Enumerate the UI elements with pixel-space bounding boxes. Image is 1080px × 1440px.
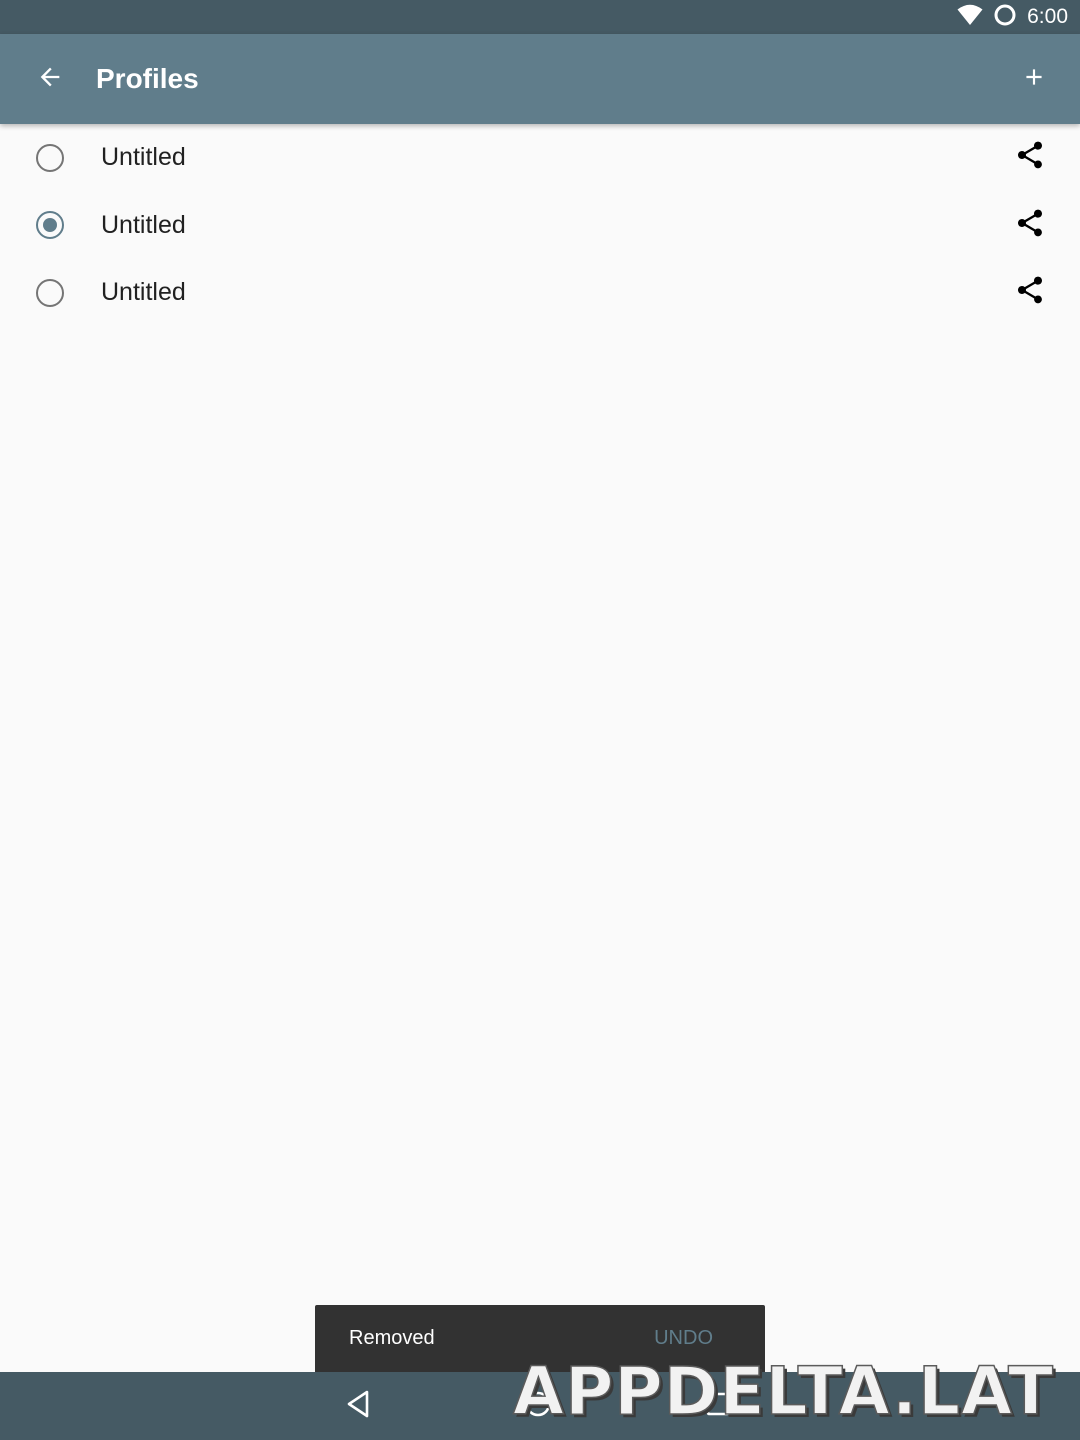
- profile-row[interactable]: Untitled: [0, 259, 1080, 327]
- status-time: 6:00: [1027, 5, 1068, 28]
- screen: 6:00 Profiles Untitled Untitled Untitled…: [0, 0, 1080, 1440]
- profile-name: Untitled: [101, 143, 186, 171]
- profile-radio[interactable]: [36, 278, 64, 307]
- share-button[interactable]: [1010, 205, 1050, 245]
- snackbar-message: Removed: [349, 1327, 435, 1349]
- back-triangle-icon: [343, 1389, 373, 1424]
- arrow-back-icon: [36, 63, 64, 96]
- status-icons: 6:00: [957, 0, 1068, 34]
- profile-row[interactable]: Untitled: [0, 124, 1080, 192]
- profile-list: Untitled Untitled Untitled: [0, 124, 1080, 327]
- add-profile-button[interactable]: [1010, 55, 1058, 103]
- back-button[interactable]: [24, 55, 76, 103]
- page-title: Profiles: [96, 63, 199, 94]
- share-icon: [1014, 207, 1046, 244]
- profile-name: Untitled: [101, 210, 186, 239]
- sync-circle-icon: [993, 3, 1017, 32]
- watermark-text: APPDELTA.LAT: [512, 1352, 1054, 1431]
- status-bar: 6:00: [0, 0, 1080, 34]
- plus-icon: [1021, 64, 1047, 95]
- wifi-icon: [957, 4, 983, 31]
- nav-back-button[interactable]: [338, 1386, 378, 1426]
- profile-radio[interactable]: [36, 143, 64, 172]
- share-button[interactable]: [1010, 138, 1050, 178]
- profile-name: Untitled: [101, 278, 186, 306]
- profile-row[interactable]: Untitled: [0, 192, 1080, 260]
- share-icon: [1014, 139, 1046, 176]
- share-button[interactable]: [1010, 273, 1050, 313]
- share-icon: [1014, 274, 1046, 311]
- app-bar: Profiles: [0, 34, 1080, 124]
- profile-radio[interactable]: [36, 211, 64, 240]
